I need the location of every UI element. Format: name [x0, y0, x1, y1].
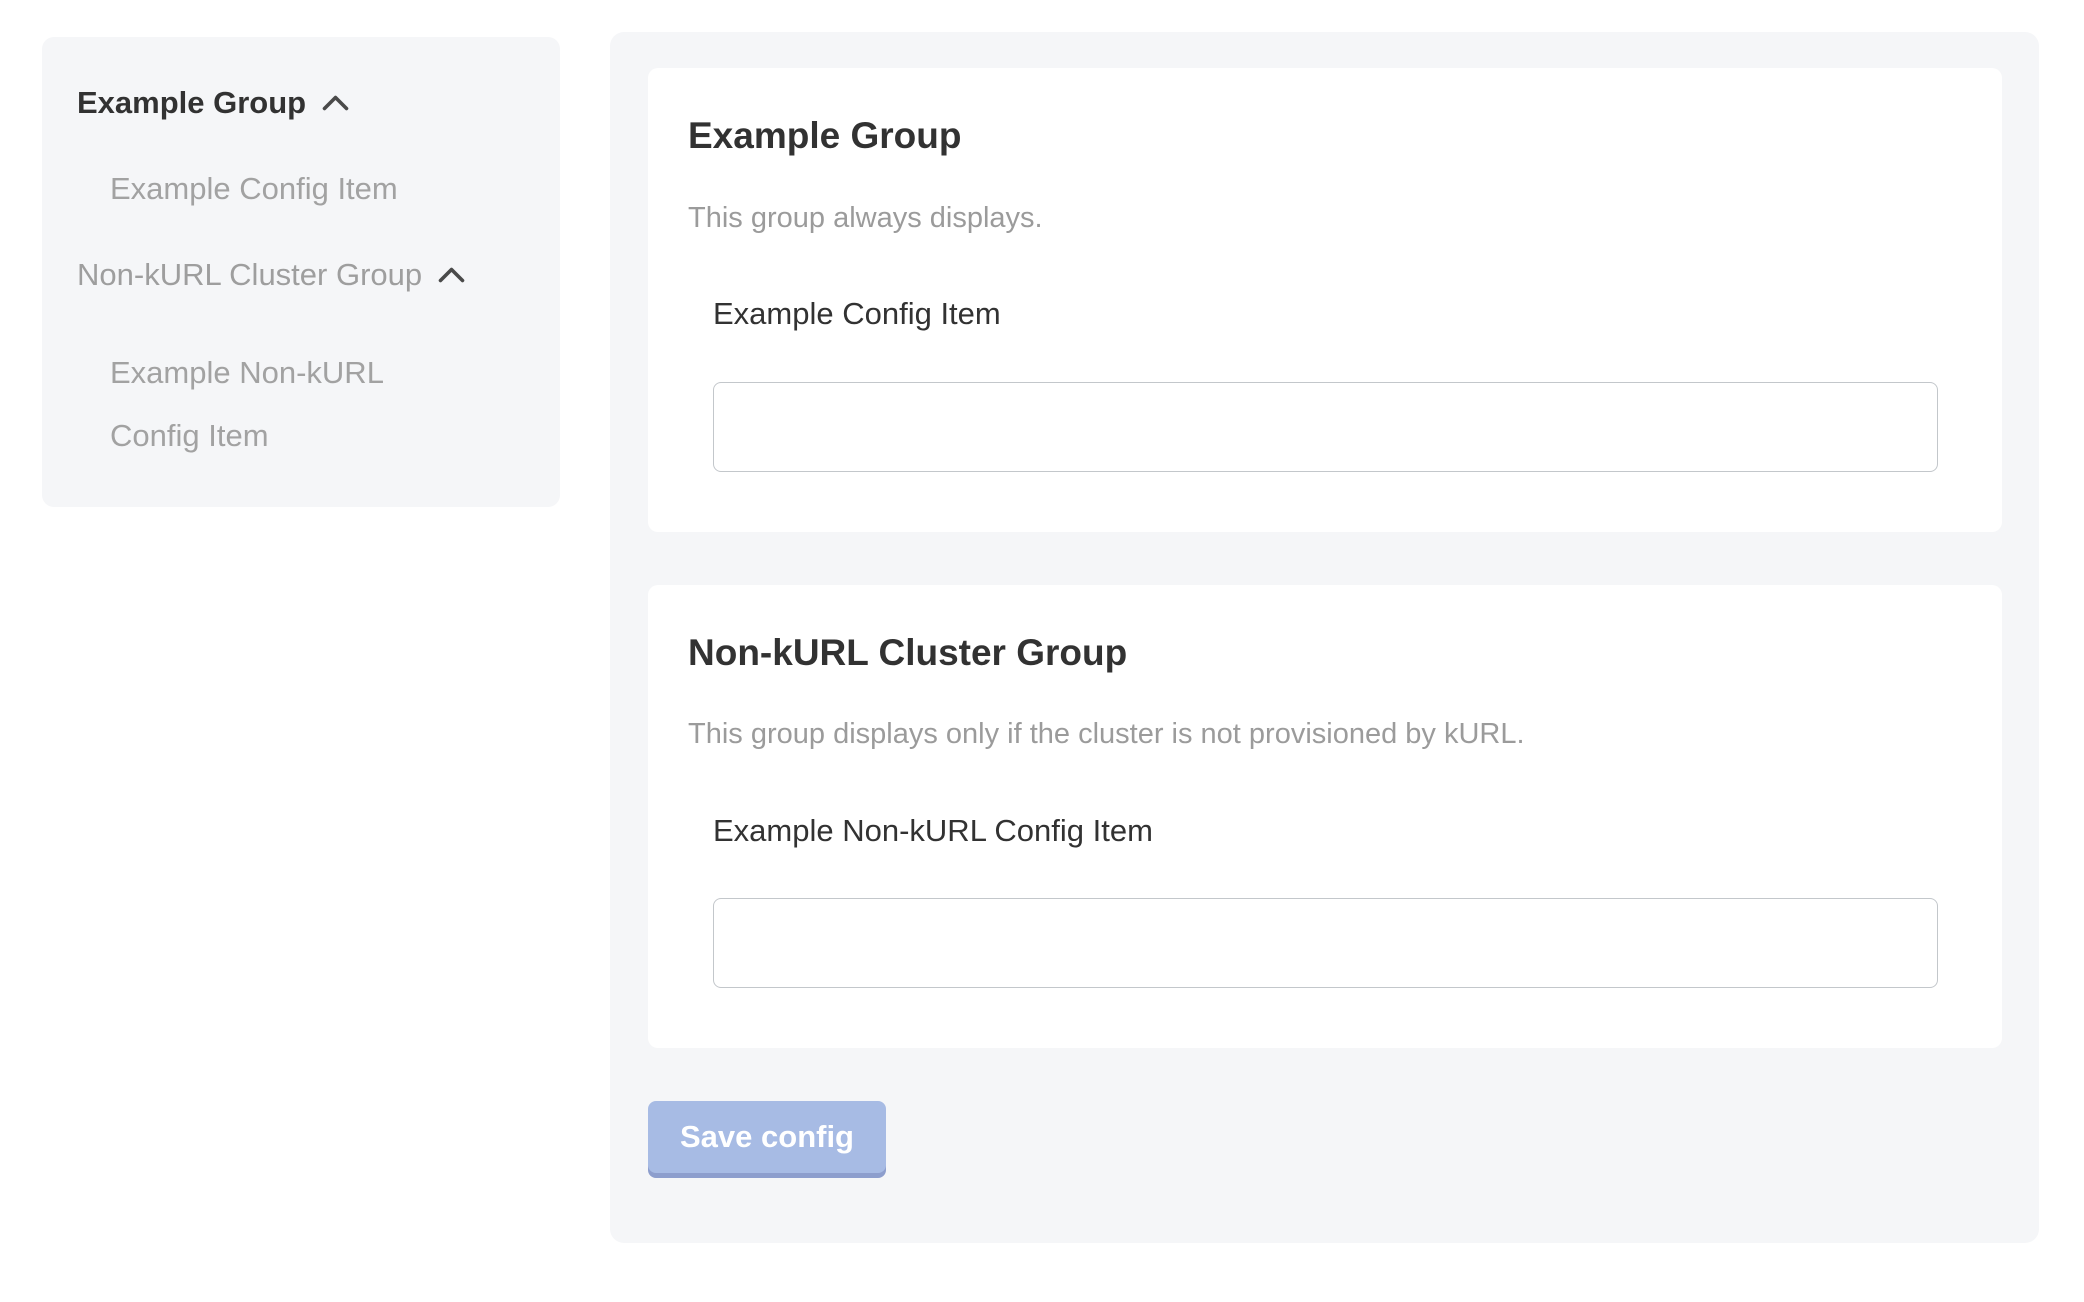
- field-label-example-non-kurl-config-item: Example Non-kURL Config Item: [713, 814, 1937, 848]
- nav-group-non-kurl-cluster-group: Non-kURL Cluster Group Example Non-kURL …: [77, 257, 530, 467]
- sidebar-group-non-kurl-cluster-group[interactable]: Non-kURL Cluster Group: [77, 257, 530, 293]
- field-label-example-config-item: Example Config Item: [713, 297, 1937, 331]
- config-page: Example Group Example Config Item Non-kU…: [0, 0, 2084, 1302]
- group-description: This group displays only if the cluster …: [688, 717, 1962, 752]
- config-group-card-non-kurl-cluster-group: Non-kURL Cluster Group This group displa…: [648, 585, 2002, 1049]
- example-non-kurl-config-item-input[interactable]: [713, 898, 1938, 988]
- example-config-item-input[interactable]: [713, 382, 1938, 472]
- sidebar-item-example-config-item[interactable]: Example Config Item: [110, 169, 530, 209]
- sidebar-group-example-group[interactable]: Example Group: [77, 85, 530, 121]
- save-config-button[interactable]: Save config: [648, 1101, 886, 1173]
- group-title: Non-kURL Cluster Group: [688, 633, 1962, 674]
- config-group-card-example-group: Example Group This group always displays…: [648, 68, 2002, 532]
- chevron-up-icon: [322, 95, 349, 111]
- group-title: Example Group: [688, 116, 1962, 157]
- group-description: This group always displays.: [688, 201, 1962, 236]
- sidebar-item-example-non-kurl-config-item[interactable]: Example Non-kURL Config Item: [110, 341, 440, 467]
- config-nav-sidebar: Example Group Example Config Item Non-kU…: [42, 37, 560, 507]
- chevron-up-icon: [438, 267, 465, 283]
- config-content-panel: Example Group This group always displays…: [610, 32, 2039, 1243]
- nav-group-example-group: Example Group Example Config Item: [77, 85, 530, 209]
- sidebar-group-label: Non-kURL Cluster Group: [77, 257, 422, 293]
- sidebar-group-label: Example Group: [77, 85, 306, 121]
